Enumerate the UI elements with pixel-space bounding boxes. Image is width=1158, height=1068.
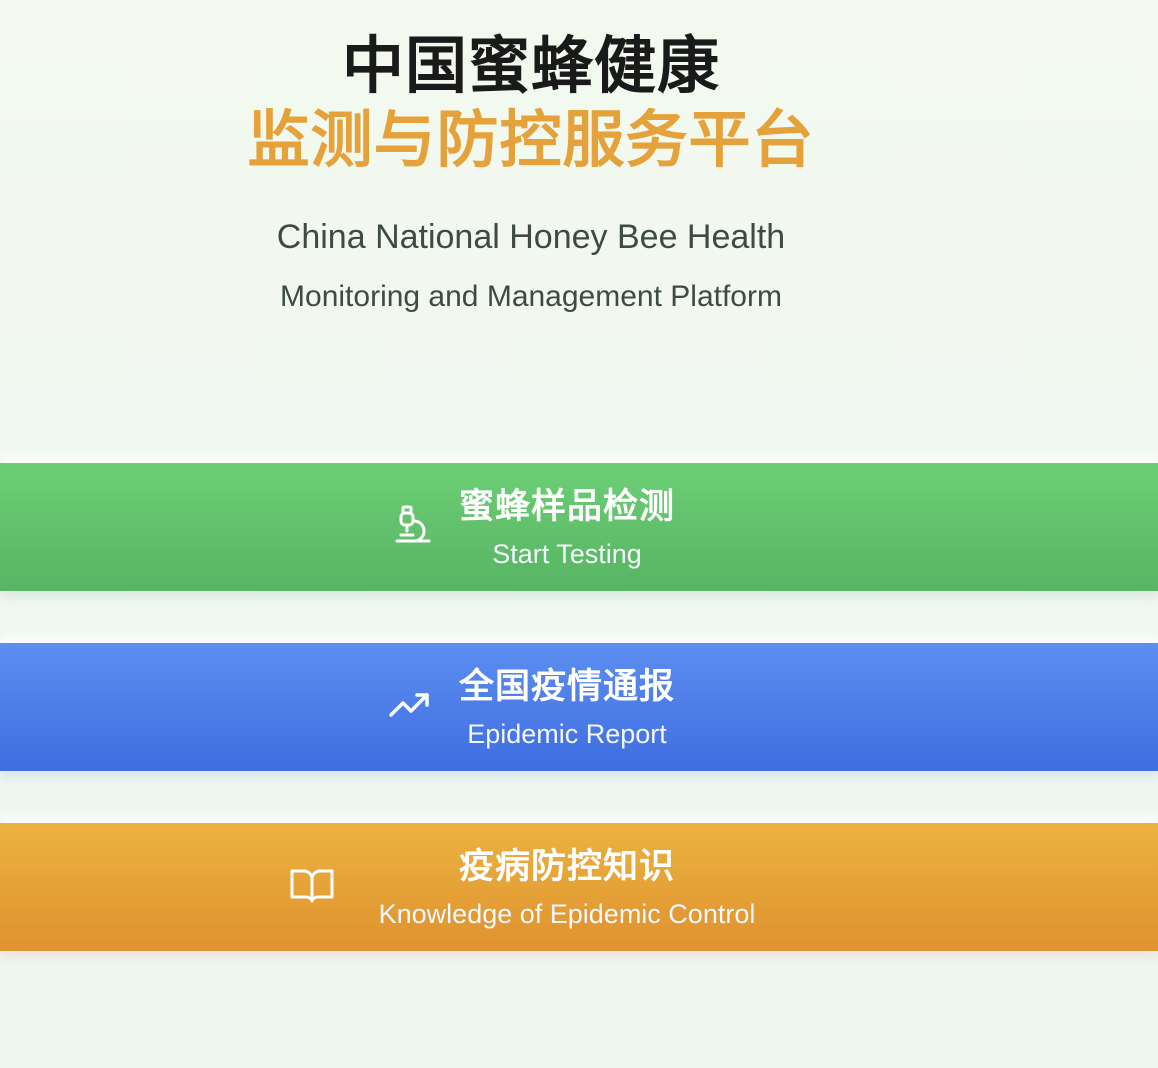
epidemic-knowledge-title: 疫病防控知识 (458, 847, 675, 887)
page-title: 中国蜜蜂健康 (341, 29, 720, 102)
english-title-line1: China National Honey Bee Health (276, 218, 786, 256)
page-subtitle: 监测与防控服务平台 (247, 103, 815, 176)
start-testing-title: 蜜蜂样品检测 (458, 487, 675, 527)
start-testing-button[interactable]: 蜜蜂样品检测 Start Testing (0, 463, 1158, 591)
epidemic-report-title: 全国疫情通报 (458, 667, 675, 707)
start-testing-subtitle: Start Testing (492, 539, 642, 569)
epidemic-knowledge-button[interactable]: 疫病防控知识 Knowledge of Epidemic Control (0, 823, 1158, 951)
epidemic-knowledge-subtitle: Knowledge of Epidemic Control (378, 899, 756, 929)
english-title-line2: Monitoring and Management Platform (280, 280, 782, 313)
epidemic-report-subtitle: Epidemic Report (467, 719, 667, 749)
epidemic-report-button[interactable]: 全国疫情通报 Epidemic Report (0, 643, 1158, 771)
